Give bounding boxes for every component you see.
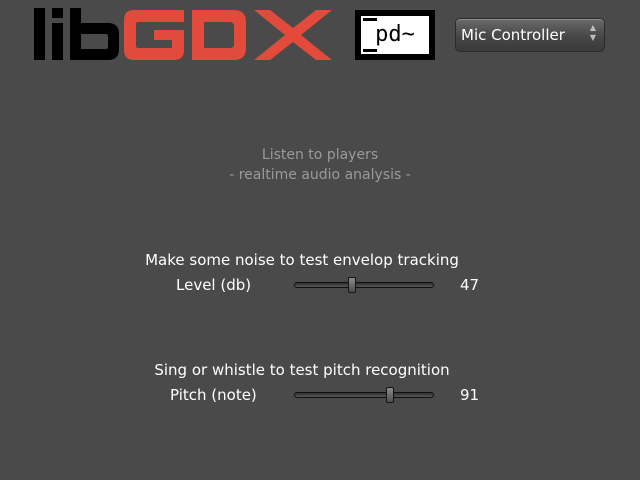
level-slider-knob[interactable] — [348, 277, 357, 293]
level-heading: Make some noise to test envelop tracking — [145, 251, 459, 269]
pitch-heading: Sing or whistle to test pitch recognitio… — [154, 361, 450, 379]
pitch-slider-knob[interactable] — [386, 387, 395, 403]
level-label: Level (db) — [176, 276, 252, 294]
intro-subtitle: - realtime audio analysis - — [229, 167, 411, 183]
level-slider-track — [294, 282, 434, 288]
pd-logo: pd~ — [355, 10, 435, 60]
pd-logo-text: pd~ — [375, 22, 415, 47]
controller-select[interactable]: Mic Controller ▲ ▼ — [455, 18, 605, 52]
intro-title: Listen to players — [261, 147, 379, 163]
pitch-value: 91 — [460, 386, 480, 404]
pitch-slider[interactable] — [292, 387, 436, 403]
level-value: 47 — [460, 276, 480, 294]
libgdx-logo — [34, 8, 332, 60]
pitch-slider-track — [294, 392, 434, 398]
level-slider[interactable] — [292, 277, 436, 293]
updown-arrows-icon: ▲ ▼ — [589, 23, 597, 42]
pitch-label: Pitch (note) — [170, 386, 257, 404]
controller-select-value: Mic Controller — [461, 26, 565, 44]
